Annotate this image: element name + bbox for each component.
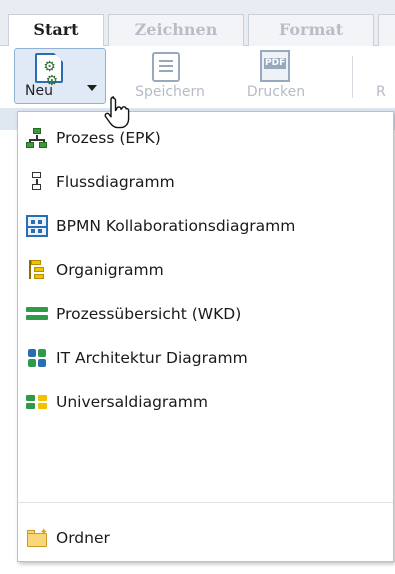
flowchart-icon [26,171,48,193]
menu-item-organigramm[interactable]: Organigramm [18,248,393,292]
menu-item-label: Universaldiagramm [56,393,208,411]
menu-item-bpmn[interactable]: BPMN Kollaborationsdiagramm [18,204,393,248]
menu-item-label: IT Architektur Diagramm [56,349,248,367]
universal-diagram-icon [26,391,48,413]
org-chart-icon [26,259,48,281]
ribbon-button-partial[interactable]: R [376,48,395,104]
new-dropdown-menu: Prozess (EPK) Flussdiagramm BPMN Kollabo… [17,111,394,562]
print-button[interactable]: PDF Drucken [230,48,322,104]
menu-divider [18,502,393,503]
it-architecture-icon [26,347,48,369]
ribbon-button-partial-label: R [376,84,386,100]
tab-format[interactable]: Format [248,14,374,46]
ribbon-tab-bar: Start Zeichnen Format [0,0,395,47]
menu-item-label: Ordner [56,529,110,547]
menu-item-label: Organigramm [56,261,164,279]
menu-item-label: BPMN Kollaborationsdiagramm [56,217,296,235]
menu-item-prozess-epk[interactable]: Prozess (EPK) [18,116,393,160]
save-button-label: Speichern [135,84,205,100]
save-button[interactable]: Speichern [116,48,224,104]
new-button-label: Neu [25,83,53,99]
folder-icon: ✦ [26,527,48,549]
menu-item-flussdiagramm[interactable]: Flussdiagramm [18,160,393,204]
tab-overflow[interactable] [378,14,395,46]
bpmn-diagram-icon [26,215,48,237]
ribbon-divider [352,56,353,98]
menu-item-ordner[interactable]: ✦ Ordner [18,516,393,560]
menu-item-prozessuebersicht[interactable]: Prozessübersicht (WKD) [18,292,393,336]
epk-process-icon [26,127,48,149]
ribbon-toolbar: ⚙ ⚙ Neu Speichern PDF Drucken R [0,46,395,106]
new-button[interactable]: ⚙ ⚙ Neu [14,48,106,104]
process-overview-icon [26,303,48,325]
menu-item-label: Prozessübersicht (WKD) [56,305,242,323]
tab-start[interactable]: Start [8,14,104,47]
menu-item-label: Flussdiagramm [56,173,175,191]
pdf-icon-text: PDF [264,58,287,69]
hand-cursor-icon [104,96,130,129]
menu-item-universaldiagramm[interactable]: Universaldiagramm [18,380,393,424]
menu-item-it-architektur[interactable]: IT Architektur Diagramm [18,336,393,380]
pdf-print-icon: PDF [260,50,290,82]
print-button-label: Drucken [246,84,306,100]
save-icon [152,52,180,82]
tab-zeichnen[interactable]: Zeichnen [108,14,244,46]
new-document-icon: ⚙ ⚙ [35,53,63,88]
